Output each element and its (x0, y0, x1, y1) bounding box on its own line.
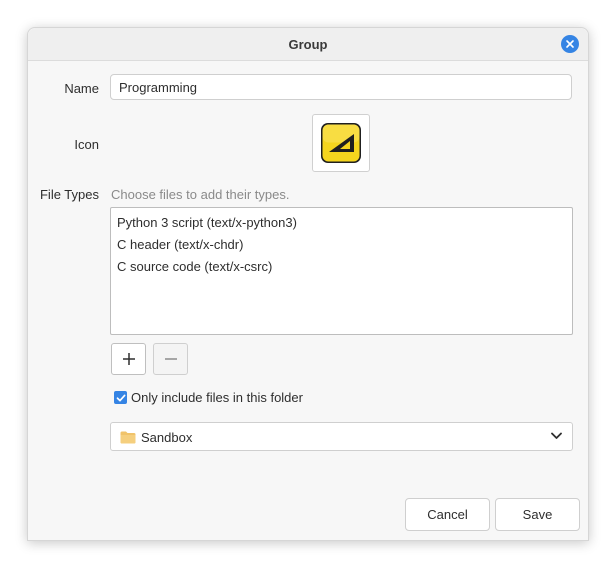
chevron-down-icon (551, 432, 562, 439)
checkmark-icon (116, 394, 125, 401)
close-button[interactable] (561, 35, 579, 53)
list-item[interactable]: C source code (text/x-csrc) (111, 256, 572, 278)
save-button[interactable]: Save (495, 498, 580, 531)
icon-label: Icon (74, 137, 99, 152)
minus-icon (164, 358, 177, 360)
accessories-text-editor-icon (321, 123, 361, 163)
folder-icon (120, 431, 136, 444)
remove-file-type-button[interactable] (153, 343, 188, 375)
file-types-hint: Choose files to add their types. (111, 187, 290, 202)
list-item[interactable]: C header (text/x-chdr) (111, 234, 572, 256)
list-item[interactable]: Python 3 script (text/x-python3) (111, 212, 572, 234)
plus-icon (122, 353, 135, 365)
only-folder-checkbox[interactable] (114, 391, 127, 404)
only-folder-option: Only include files in this folder (114, 390, 303, 405)
title-bar: Group (28, 28, 588, 61)
folder-chooser[interactable]: Sandbox (110, 422, 573, 451)
cancel-button[interactable]: Cancel (405, 498, 490, 531)
icon-picker-button[interactable] (312, 114, 370, 172)
file-types-list[interactable]: Python 3 script (text/x-python3) C heade… (110, 207, 573, 335)
dialog-title: Group (288, 37, 328, 52)
name-input[interactable] (110, 74, 572, 100)
file-types-label: File Types (39, 187, 99, 202)
folder-name: Sandbox (141, 430, 193, 445)
name-label: Name (64, 81, 99, 96)
close-icon (566, 40, 574, 48)
group-dialog: Group Name Icon File Types Choose files … (27, 27, 589, 541)
only-folder-label[interactable]: Only include files in this folder (131, 390, 303, 405)
add-file-type-button[interactable] (111, 343, 146, 375)
